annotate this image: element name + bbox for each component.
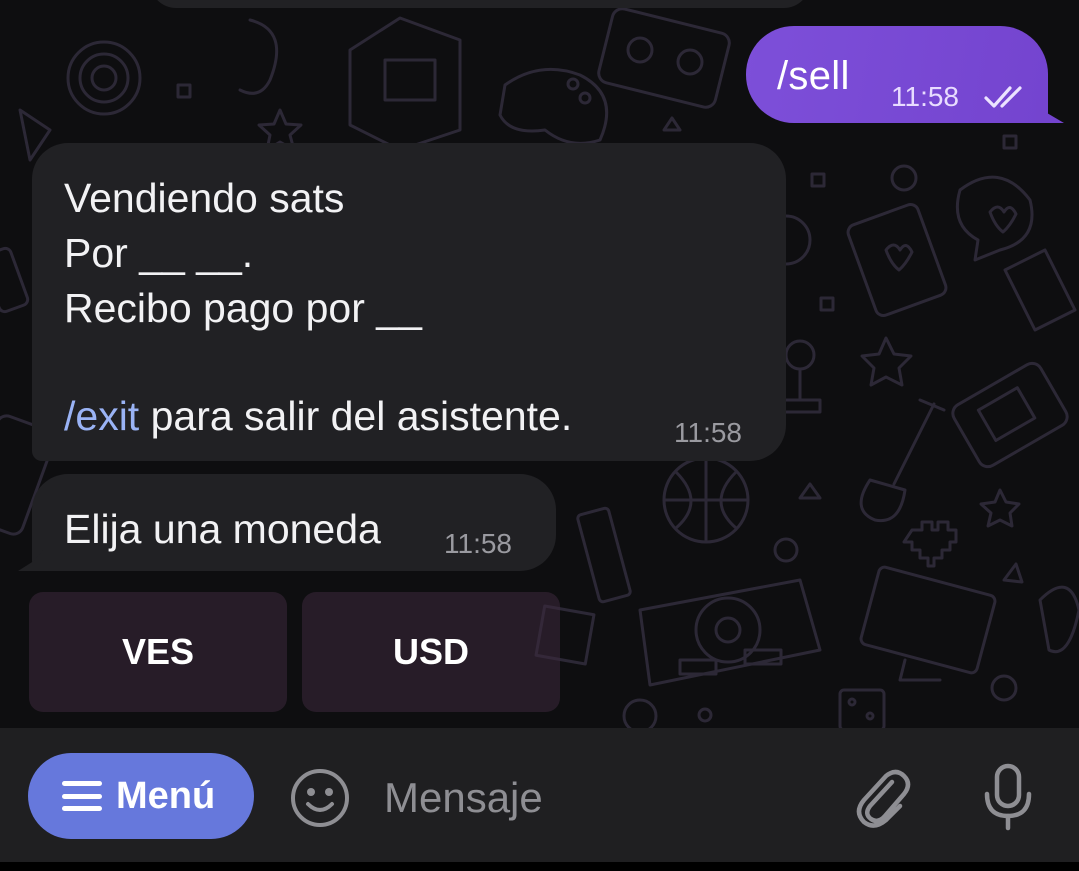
bubble-tail <box>1036 101 1064 123</box>
message-line: Vendiendo sats <box>64 175 345 221</box>
bubble-tail <box>18 549 44 571</box>
outgoing-message-bubble[interactable]: /sell 11:58 <box>746 26 1064 123</box>
message-line: /exit para salir del asistente. <box>64 393 572 440</box>
hamburger-icon <box>62 781 102 811</box>
chat-screen: /sell 11:58 Vendiendo sats Por __ __. Re… <box>0 0 1079 871</box>
currency-button-usd[interactable]: USD <box>302 592 560 712</box>
double-check-icon <box>984 86 1022 108</box>
paperclip-icon[interactable] <box>848 764 914 830</box>
message-input[interactable] <box>384 766 814 830</box>
currency-button-ves[interactable]: VES <box>29 592 287 712</box>
message-line: Por __ __. <box>64 230 254 276</box>
message-input-bar: Menú <box>0 728 1079 862</box>
menu-button-label: Menú <box>116 774 216 817</box>
microphone-icon[interactable] <box>978 762 1038 832</box>
message-time: 11:58 <box>674 417 742 448</box>
smiley-icon[interactable] <box>288 766 352 830</box>
message-text: Elija una moneda <box>64 506 381 552</box>
message-time: 11:58 <box>444 528 512 559</box>
incoming-message-bubble[interactable]: Elija una moneda 11:58 <box>18 474 556 571</box>
previous-message-bubble <box>150 0 810 8</box>
exit-instruction-text: para salir del asistente. <box>139 393 573 439</box>
message-time: 11:58 <box>891 81 959 112</box>
system-nav-strip <box>0 862 1079 871</box>
incoming-message-bubble[interactable]: Vendiendo sats Por __ __. Recibo pago po… <box>32 143 786 461</box>
message-line: Recibo pago por __ <box>64 285 422 331</box>
menu-button[interactable]: Menú <box>28 753 254 839</box>
outgoing-message-text: /sell <box>777 54 850 98</box>
exit-command-link[interactable]: /exit <box>64 393 139 439</box>
